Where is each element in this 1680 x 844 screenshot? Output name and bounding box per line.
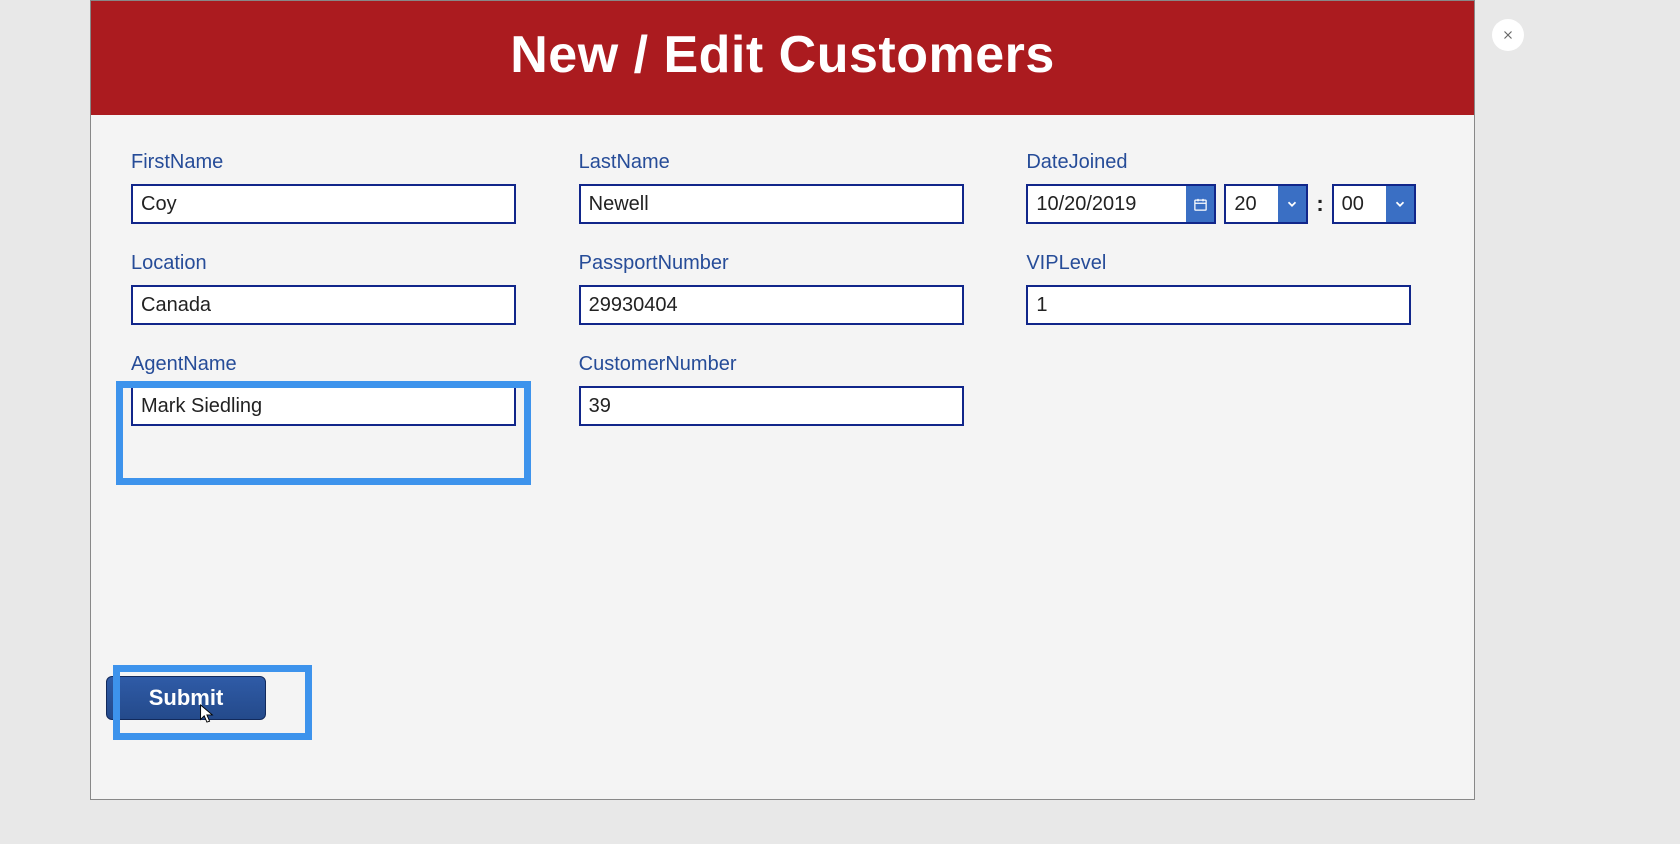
vip-input[interactable] <box>1026 285 1411 325</box>
form-body: FirstName LastName DateJoined <box>91 115 1474 426</box>
location-input[interactable] <box>131 285 516 325</box>
field-datejoined: DateJoined : <box>1026 151 1434 224</box>
customer-modal: New / Edit Customers FirstName LastName … <box>90 0 1475 800</box>
passport-label: PassportNumber <box>579 252 987 275</box>
field-customernum: CustomerNumber <box>579 353 987 426</box>
customernum-input[interactable] <box>579 386 964 426</box>
date-input[interactable] <box>1028 186 1186 222</box>
close-button[interactable] <box>1492 19 1524 51</box>
agent-label: AgentName <box>131 353 539 376</box>
submit-label: Submit <box>149 685 224 710</box>
chevron-down-icon[interactable] <box>1278 186 1306 222</box>
location-label: Location <box>131 252 539 275</box>
hour-dropdown <box>1224 184 1308 224</box>
firstname-input[interactable] <box>131 184 516 224</box>
agent-input[interactable] <box>131 386 516 426</box>
customernum-label: CustomerNumber <box>579 353 987 376</box>
field-agent: AgentName <box>131 353 539 426</box>
field-firstname: FirstName <box>131 151 539 224</box>
passport-input[interactable] <box>579 285 964 325</box>
minute-dropdown <box>1332 184 1416 224</box>
lastname-label: LastName <box>579 151 987 174</box>
submit-button[interactable]: Submit <box>106 676 266 720</box>
field-vip: VIPLevel <box>1026 252 1434 325</box>
vip-label: VIPLevel <box>1026 252 1434 275</box>
close-icon <box>1501 28 1515 42</box>
field-lastname: LastName <box>579 151 987 224</box>
hour-input[interactable] <box>1226 186 1278 222</box>
lastname-input[interactable] <box>579 184 964 224</box>
modal-title: New / Edit Customers <box>91 25 1474 85</box>
chevron-down-icon[interactable] <box>1386 186 1414 222</box>
time-separator: : <box>1316 191 1323 217</box>
firstname-label: FirstName <box>131 151 539 174</box>
modal-header: New / Edit Customers <box>91 1 1474 115</box>
field-passport: PassportNumber <box>579 252 987 325</box>
datejoined-label: DateJoined <box>1026 151 1434 174</box>
minute-input[interactable] <box>1334 186 1386 222</box>
date-picker <box>1026 184 1216 224</box>
calendar-icon[interactable] <box>1186 186 1214 222</box>
field-location: Location <box>131 252 539 325</box>
